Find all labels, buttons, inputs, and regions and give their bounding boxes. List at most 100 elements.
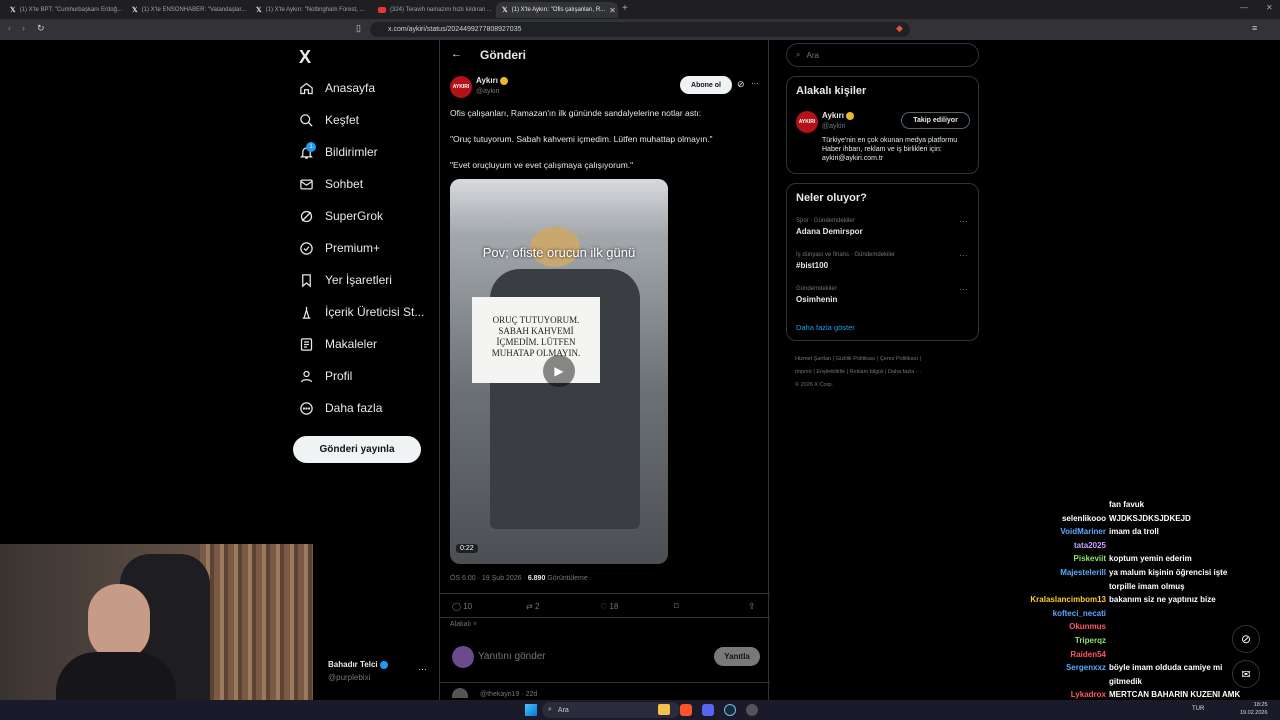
chat-username[interactable]: Sergenxxz <box>1066 663 1106 672</box>
sidebar-item-bookmarks[interactable]: Yer İşaretleri <box>299 269 392 291</box>
trend-item[interactable]: İş dünyası ve finans · Gündemdekiler #bis… <box>796 252 895 270</box>
browser-tab[interactable]: 𝕏 (1) X'te Aykırı: "Nottingham Forest, ..… <box>250 2 372 18</box>
sidebar-item-premium[interactable]: Premium+ <box>299 237 380 259</box>
divider <box>440 593 770 594</box>
home-icon <box>300 82 313 94</box>
author-handle[interactable]: @aykiri <box>476 88 499 95</box>
new-tab-button[interactable]: + <box>622 3 628 14</box>
reply-button[interactable]: Yanıtla <box>714 647 760 666</box>
more-options-icon[interactable]: ··· <box>751 79 759 88</box>
browser-tab[interactable]: 𝕏 (1) X'te ENSONHABER: "Vatandaşlar... <box>126 2 248 18</box>
sidebar-item-chat[interactable]: Sohbet <box>299 173 363 195</box>
trends-card: Neler oluyor? Spor · Gündemdekiler Adana … <box>786 183 979 341</box>
mail-icon <box>300 179 313 189</box>
related-dropdown[interactable]: Alakalı ˅ <box>450 621 477 628</box>
heart-icon: ♡ <box>600 602 608 611</box>
chat-username[interactable]: Lykadrox <box>1071 690 1106 699</box>
creator-icon <box>302 306 311 319</box>
brave-shield-icon[interactable]: ◆ <box>896 23 903 34</box>
file-explorer-icon[interactable] <box>658 704 670 715</box>
relevant-name[interactable]: Aykırı <box>822 111 854 120</box>
chat-username[interactable]: VoidMariner <box>1060 527 1106 536</box>
post-button[interactable]: Gönderi yayınla <box>293 436 421 463</box>
more-options-icon[interactable]: ··· <box>959 250 968 260</box>
minimize-icon[interactable]: — <box>1240 3 1248 12</box>
x-logo[interactable]: X <box>299 47 311 68</box>
page-title: Gönderi <box>480 48 527 62</box>
share-icon[interactable]: ⇪ <box>748 601 756 612</box>
browser-tab[interactable]: (324) Teravih namazını hızlı kıldıran ..… <box>372 2 494 18</box>
sidebar-item-profile[interactable]: Profil <box>299 365 352 387</box>
sidebar-item-supergrok[interactable]: SuperGrok <box>299 205 383 227</box>
chat-username[interactable]: kofteci_necati <box>1053 609 1106 618</box>
back-icon[interactable]: ‹ <box>8 23 11 33</box>
chat-username[interactable]: Raiden54 <box>1070 650 1106 659</box>
like-action[interactable]: ♡ 18 <box>600 602 618 611</box>
post-video[interactable]: Pov; ofiste orucun ilk günü ORUÇ TUTUYOR… <box>450 179 668 564</box>
steam-icon[interactable] <box>724 704 736 716</box>
next-reply-header: @thekayri19 · 22d <box>480 691 538 698</box>
play-icon[interactable]: ▶ <box>543 355 575 387</box>
language-indicator[interactable]: TUR <box>1192 706 1204 712</box>
divider <box>440 682 770 683</box>
chat-username[interactable]: Triperqz <box>1075 636 1106 645</box>
grok-icon[interactable]: ⊘ <box>737 79 745 90</box>
url-input[interactable]: x.com/aykiri/status/2024499277808927035 <box>370 22 910 37</box>
bookmark-icon[interactable]: ⌑ <box>674 601 679 612</box>
sidebar-item-articles[interactable]: Makaleler <box>299 333 377 355</box>
reply-input[interactable]: Yanıtını gönder <box>478 651 546 662</box>
close-tab-icon[interactable]: ✕ <box>609 6 616 15</box>
sidebar-item-creator-studio[interactable]: İçerik Üreticisi St... <box>299 301 424 323</box>
subscribe-button[interactable]: Abone ol <box>680 76 732 94</box>
sidebar-item-more[interactable]: Daha fazla <box>299 397 382 419</box>
reply-action[interactable]: ◯ 10 <box>452 602 472 611</box>
chat-username[interactable]: Okunmus <box>1069 622 1106 631</box>
chat-message: gitmedik <box>1109 676 1142 686</box>
window-close-icon[interactable]: ✕ <box>1266 3 1273 12</box>
messages-float-button[interactable]: ✉ <box>1232 660 1260 688</box>
sidebar-item-explore[interactable]: Keşfet <box>299 109 359 131</box>
author-name[interactable]: Aykırı <box>476 76 508 85</box>
premium-icon <box>300 241 313 255</box>
forward-icon[interactable]: › <box>22 23 25 33</box>
trend-item[interactable]: Spor · Gündemdekiler Adana Demirspor <box>796 218 863 236</box>
repost-action[interactable]: ⇄ 2 <box>526 602 539 611</box>
obs-icon[interactable] <box>746 704 758 716</box>
tab-bar: 𝕏 (1) X'te BPT: "Cumhurbaşkanı Erdoğ... 𝕏… <box>0 0 1280 19</box>
more-options-icon[interactable]: ··· <box>959 284 968 294</box>
sidebar-item-home[interactable]: Anasayfa <box>299 77 375 99</box>
chat-username[interactable]: tata2025 <box>1074 541 1106 550</box>
following-button[interactable]: Takip ediliyor <box>901 112 970 129</box>
windows-start-icon[interactable] <box>525 704 537 716</box>
menu-icon[interactable]: ≡ <box>1252 23 1257 33</box>
video-duration: 0:22 <box>456 544 478 553</box>
bookmark-page-icon[interactable]: ▯ <box>356 23 361 34</box>
brave-browser-icon[interactable] <box>680 704 692 716</box>
chat-username[interactable]: Majestelerill <box>1060 568 1106 577</box>
more-options-icon[interactable]: ··· <box>959 216 968 226</box>
show-more-link[interactable]: Daha fazla göster <box>796 323 855 332</box>
verified-badge-icon <box>845 111 854 120</box>
account-switcher[interactable]: Bahadır Telci @purplebixi ··· <box>312 660 432 688</box>
more-options-icon[interactable]: ··· <box>418 664 427 674</box>
x-favicon-icon: 𝕏 <box>10 7 16 14</box>
chat-username[interactable]: selenlikooo <box>1062 514 1106 523</box>
notification-badge: 1 <box>306 142 316 152</box>
browser-tab[interactable]: 𝕏 (1) X'te BPT: "Cumhurbaşkanı Erdoğ... <box>4 2 126 18</box>
relevant-avatar[interactable]: AYKIRI <box>796 111 818 133</box>
clock[interactable]: 18:25 19.02.2026 <box>1240 701 1268 717</box>
chat-username[interactable]: Piskeviit <box>1074 554 1106 563</box>
search-box[interactable]: ⌕ Ara <box>786 43 979 67</box>
trend-item[interactable]: Gündemdekiler Osimhenin <box>796 286 837 304</box>
discord-icon[interactable] <box>702 704 714 716</box>
address-bar: ‹ › ↻ ▯ x.com/aykiri/status/202449927780… <box>0 19 1280 40</box>
back-arrow-icon[interactable]: ← <box>451 48 462 60</box>
browser-tab-active[interactable]: 𝕏 (1) X'te Aykırı: "Ofis çalışanları, R..… <box>496 2 618 18</box>
video-caption: Pov; ofiste orucun ilk günü <box>482 245 636 260</box>
trends-title: Neler oluyor? <box>796 192 867 204</box>
chat-username[interactable]: Kralaslancimbom13 <box>1030 595 1106 604</box>
streamer-face <box>88 584 150 660</box>
author-avatar[interactable]: AYKIRI <box>450 76 472 98</box>
reload-icon[interactable]: ↻ <box>37 23 45 34</box>
grok-float-button[interactable]: ⊘ <box>1232 625 1260 653</box>
